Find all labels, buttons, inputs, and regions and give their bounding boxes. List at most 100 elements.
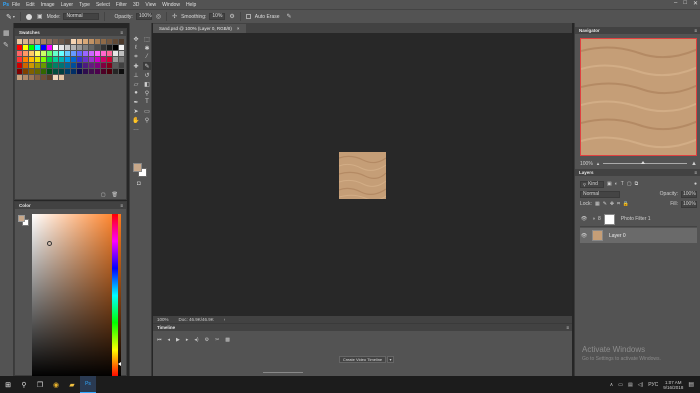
visibility-eye-icon[interactable]: 👁: [580, 216, 588, 222]
brush-tool-icon[interactable]: ✎: [6, 13, 12, 21]
color-swatch[interactable]: [17, 39, 22, 44]
color-swatch[interactable]: [41, 39, 46, 44]
color-swatch[interactable]: [41, 63, 46, 68]
pressure-size-icon[interactable]: ✎: [287, 13, 292, 20]
menu-window[interactable]: Window: [162, 2, 180, 8]
color-swatch[interactable]: [23, 57, 28, 62]
panel-menu-icon[interactable]: ≡: [694, 28, 697, 33]
color-swatch[interactable]: [119, 63, 124, 68]
layer-opacity-input[interactable]: 100%: [681, 190, 697, 198]
color-swatch[interactable]: [59, 63, 64, 68]
first-frame-icon[interactable]: ⏮: [157, 337, 162, 343]
color-swatch[interactable]: [89, 57, 94, 62]
navigator-zoom-value[interactable]: 100%: [580, 161, 593, 167]
maximize-button[interactable]: □: [683, 0, 687, 7]
color-swatch[interactable]: [101, 57, 106, 62]
menu-type[interactable]: Type: [79, 2, 90, 8]
play-icon[interactable]: ▶: [176, 337, 180, 343]
color-swatch[interactable]: [65, 45, 70, 50]
chrome-icon[interactable]: ◉: [48, 376, 64, 393]
windows-start-icon[interactable]: ⊞: [0, 376, 16, 393]
color-swatch[interactable]: [17, 69, 22, 74]
color-swatch[interactable]: [23, 45, 28, 50]
move-tool-icon[interactable]: ✥: [132, 35, 140, 43]
panel-menu-icon[interactable]: ≡: [694, 170, 697, 175]
lock-pixels-icon[interactable]: ▦: [595, 201, 600, 207]
navigator-zoom-thumb[interactable]: [641, 161, 646, 164]
color-swatch[interactable]: [59, 75, 64, 80]
pen-tool-icon[interactable]: ✒: [132, 98, 140, 106]
color-swatch[interactable]: [17, 45, 22, 50]
sand-texture-image[interactable]: [338, 152, 387, 201]
color-swatch[interactable]: [53, 75, 58, 80]
pixel-filter-icon[interactable]: ▣: [607, 181, 612, 187]
close-button[interactable]: ✕: [693, 0, 698, 7]
zoom-level[interactable]: 100%: [157, 317, 169, 322]
chevron-down-icon[interactable]: ▾: [13, 14, 15, 19]
next-frame-icon[interactable]: ▸: [186, 337, 189, 343]
color-swatch[interactable]: [107, 69, 112, 74]
clock[interactable]: 1:07 AM 9/16/2018: [663, 380, 683, 390]
timeline-dropdown-button[interactable]: ▾: [387, 356, 394, 363]
color-swatch[interactable]: [95, 51, 100, 56]
color-swatch[interactable]: [41, 69, 46, 74]
color-swatch[interactable]: [29, 69, 34, 74]
menu-layer[interactable]: Layer: [61, 2, 74, 8]
fg-bg-swatch[interactable]: [18, 215, 30, 227]
color-swatch[interactable]: [107, 39, 112, 44]
color-swatch[interactable]: [47, 75, 52, 80]
lock-paint-icon[interactable]: ✎: [603, 201, 607, 207]
quick-select-tool-icon[interactable]: ✱: [143, 44, 151, 52]
color-swatch[interactable]: [47, 63, 52, 68]
notifications-icon[interactable]: ▤: [688, 381, 694, 388]
menu-image[interactable]: Image: [41, 2, 55, 8]
panel-menu-icon[interactable]: ≡: [120, 203, 123, 208]
color-swatch[interactable]: [101, 39, 106, 44]
path-select-tool-icon[interactable]: ➤: [132, 107, 140, 115]
dodge-tool-icon[interactable]: ⚲: [143, 89, 151, 97]
search-icon[interactable]: ⚲: [16, 376, 32, 393]
color-swatch[interactable]: [71, 63, 76, 68]
color-swatch[interactable]: [113, 39, 118, 44]
show-hidden-icons[interactable]: ∧: [610, 382, 614, 388]
layer-row[interactable]: 👁 Layer 0: [580, 228, 697, 243]
menu-filter[interactable]: Filter: [116, 2, 127, 8]
volume-icon[interactable]: ◁): [638, 382, 644, 388]
filter-toggle-icon[interactable]: ●: [694, 181, 697, 187]
color-swatch[interactable]: [107, 51, 112, 56]
menu-view[interactable]: View: [145, 2, 156, 8]
color-swatch[interactable]: [71, 39, 76, 44]
color-swatch[interactable]: [35, 63, 40, 68]
file-explorer-icon[interactable]: ▰: [64, 376, 80, 393]
audio-icon[interactable]: ◂): [194, 337, 198, 343]
color-swatch[interactable]: [41, 51, 46, 56]
pressure-opacity-icon[interactable]: ◎: [156, 13, 161, 20]
lock-all-icon[interactable]: 🔒: [623, 201, 629, 207]
color-swatch[interactable]: [95, 63, 100, 68]
navigator-preview[interactable]: [580, 38, 697, 156]
color-swatch[interactable]: [29, 51, 34, 56]
zoom-in-icon[interactable]: ▲: [691, 161, 697, 167]
color-swatch[interactable]: [83, 63, 88, 68]
panel-menu-icon[interactable]: ≡: [120, 30, 123, 35]
timeline-zoom-slider[interactable]: [263, 372, 303, 373]
color-swatch[interactable]: [41, 45, 46, 50]
layer-mask-thumbnail[interactable]: [603, 213, 615, 225]
color-swatch[interactable]: [23, 63, 28, 68]
color-swatch[interactable]: [17, 63, 22, 68]
color-swatch[interactable]: [23, 51, 28, 56]
navigator-title[interactable]: Navigator: [579, 28, 600, 33]
gear-icon[interactable]: ⚙: [229, 13, 234, 20]
prev-frame-icon[interactable]: ◂: [168, 337, 171, 343]
color-swatch[interactable]: [65, 57, 70, 62]
layers-title[interactable]: Layers: [579, 170, 594, 175]
history-brush-icon[interactable]: ↺: [143, 71, 151, 79]
hue-slider[interactable]: [112, 214, 121, 377]
color-swatch[interactable]: [113, 45, 118, 50]
color-swatch[interactable]: [41, 75, 46, 80]
menu-3d[interactable]: 3D: [133, 2, 139, 8]
color-swatch[interactable]: [35, 57, 40, 62]
hue-slider-thumb[interactable]: [118, 362, 121, 366]
eyedropper-tool-icon[interactable]: ⁄: [143, 53, 151, 61]
color-swatch[interactable]: [95, 57, 100, 62]
